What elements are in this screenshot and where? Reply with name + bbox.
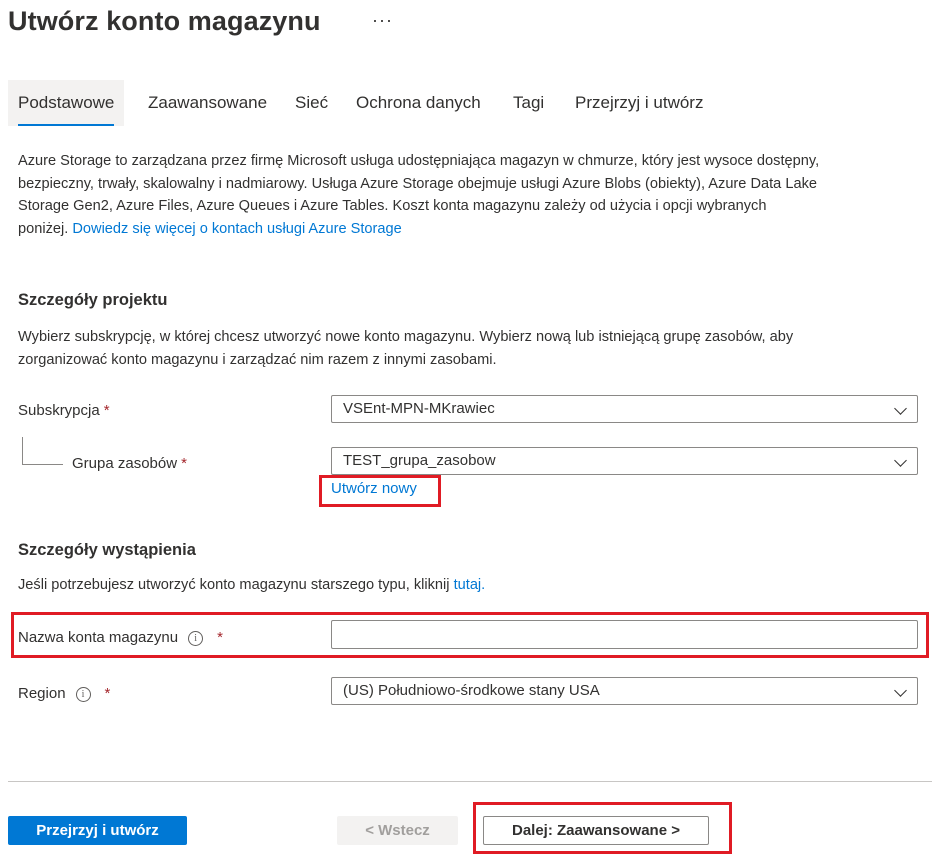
- next-advanced-button[interactable]: Dalej: Zaawansowane >: [483, 816, 709, 845]
- project-details-description: Wybierz subskrypcję, w której chcesz utw…: [18, 326, 933, 371]
- tab-siec[interactable]: Sieć: [285, 80, 338, 126]
- info-icon[interactable]: i: [188, 631, 204, 646]
- intro-paragraph: Azure Storage to zarządzana przez firmę …: [18, 150, 933, 240]
- required-marker: *: [181, 455, 187, 472]
- subscription-dropdown[interactable]: VSEnt-MPN-MKrawiec: [331, 395, 918, 423]
- chevron-down-icon: [894, 402, 907, 415]
- description-line: zorganizować konto magazynu i zarządzać …: [18, 351, 497, 368]
- tab-przejrzyj-i-utworz[interactable]: Przejrzyj i utwórz: [565, 80, 713, 126]
- selected-value: VSEnt-MPN-MKrawiec: [343, 400, 495, 417]
- region-dropdown[interactable]: (US) Południowo-środkowe stany USA: [331, 677, 918, 705]
- page-title: Utwórz konto magazynu: [8, 6, 321, 36]
- chevron-down-icon: [894, 684, 907, 697]
- label-text: Region: [18, 685, 66, 702]
- intro-line: bezpieczny, trwały, skalowalny i nadmiar…: [18, 175, 817, 192]
- region-label: Region i *: [18, 685, 110, 702]
- required-marker: *: [104, 685, 111, 702]
- tab-tagi[interactable]: Tagi: [503, 80, 554, 126]
- selected-value: (US) Południowo-środkowe stany USA: [343, 682, 600, 699]
- tab-ochrona-danych[interactable]: Ochrona danych: [346, 80, 491, 126]
- back-button[interactable]: < Wstecz: [337, 816, 458, 845]
- tree-connector-horizontal: [22, 464, 63, 465]
- label-text: Grupa zasobów: [72, 455, 178, 472]
- intro-line: poniżej. Dowiedz się więcej o kontach us…: [18, 218, 933, 241]
- subscription-label: Subskrypcja *: [18, 402, 110, 419]
- description-text: Jeśli potrzebujesz utworzyć konto magazy…: [18, 577, 450, 593]
- description-line: Wybierz subskrypcję, w której chcesz utw…: [18, 329, 794, 345]
- tab-zaawansowane[interactable]: Zaawansowane: [138, 80, 277, 126]
- label-text: Nazwa konta magazynu: [18, 629, 179, 646]
- chevron-down-icon: [894, 454, 907, 467]
- resource-group-dropdown[interactable]: TEST_grupa_zasobow: [331, 447, 918, 475]
- tab-label: Podstawowe: [18, 93, 115, 112]
- tab-podstawowe[interactable]: Podstawowe: [8, 80, 125, 126]
- required-marker: *: [217, 629, 223, 646]
- review-create-button[interactable]: Przejrzyj i utwórz: [8, 816, 187, 845]
- intro-line: Azure Storage to zarządzana przez firmę …: [18, 153, 820, 169]
- info-icon[interactable]: i: [75, 687, 91, 702]
- storage-account-name-label: Nazwa konta magazynu i *: [18, 629, 223, 646]
- create-new-resource-group-link[interactable]: Utwórz nowy: [331, 480, 417, 497]
- resource-group-label: Grupa zasobów *: [72, 455, 187, 472]
- legacy-account-link[interactable]: tutaj.: [454, 577, 486, 593]
- intro-text: poniżej.: [18, 220, 69, 237]
- learn-more-link[interactable]: Dowiedz się więcej o kontach usługi Azur…: [72, 221, 401, 237]
- tree-connector-vertical: [22, 437, 23, 464]
- active-tab-indicator: [18, 124, 115, 126]
- footer-divider: [8, 781, 932, 782]
- project-details-heading: Szczegóły projektu: [18, 291, 168, 309]
- intro-line: Storage Gen2, Azure Files, Azure Queues …: [18, 198, 767, 214]
- more-options-icon[interactable]: ···: [372, 10, 393, 31]
- instance-details-heading: Szczegóły wystąpienia: [18, 541, 196, 559]
- required-marker: *: [103, 402, 110, 419]
- label-text: Subskrypcja: [18, 402, 100, 419]
- instance-details-description: Jeśli potrzebujesz utworzyć konto magazy…: [18, 574, 485, 597]
- storage-account-name-input[interactable]: [331, 620, 918, 649]
- selected-value: TEST_grupa_zasobow: [343, 452, 496, 469]
